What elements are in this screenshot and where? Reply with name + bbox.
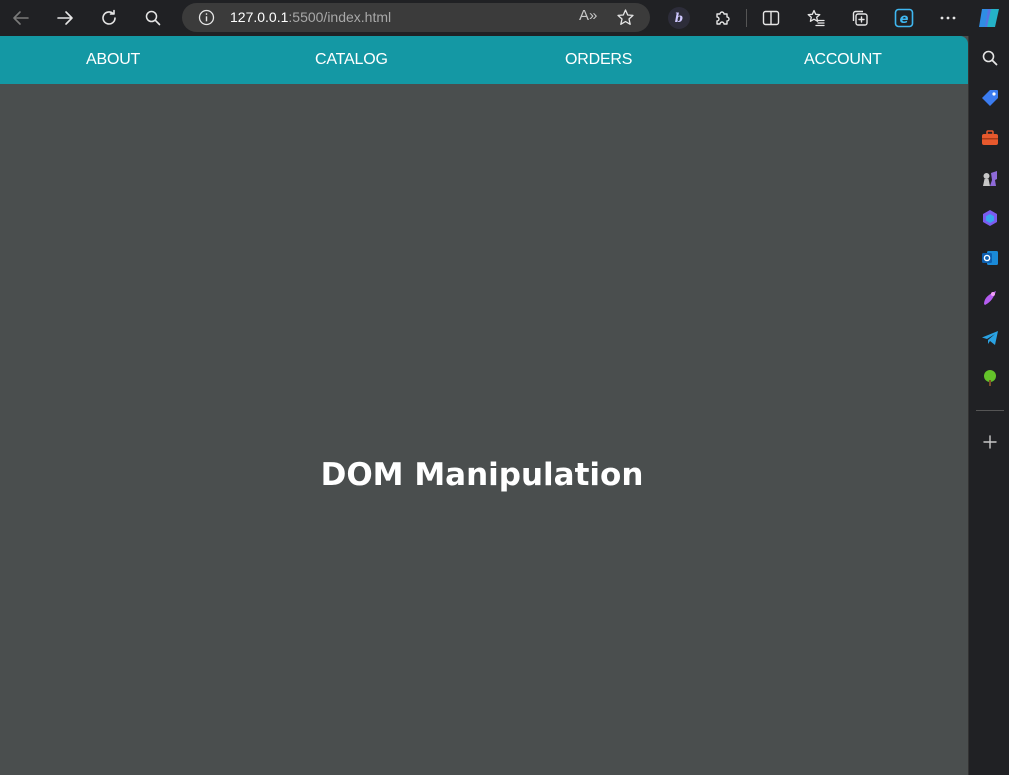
sidebar-games-button[interactable] xyxy=(978,166,1002,190)
nav-link-account[interactable]: ACCOUNT xyxy=(804,51,882,69)
shopping-tag-icon xyxy=(982,90,998,106)
url-text[interactable]: 127.0.0.1:5500/index.html xyxy=(230,9,391,25)
site-info-icon[interactable] xyxy=(198,9,215,30)
svg-text:b: b xyxy=(675,11,683,25)
forward-button[interactable] xyxy=(51,4,79,32)
address-bar[interactable]: 127.0.0.1:5500/index.html A» xyxy=(182,3,650,32)
extension-badge-icon: b xyxy=(668,7,690,29)
puzzle-icon xyxy=(716,11,730,25)
more-icon xyxy=(940,16,956,20)
page-viewport: ABOUT CATALOG ORDERS ACCOUNT DOM Manipul… xyxy=(0,36,968,775)
collections-button[interactable] xyxy=(846,4,874,32)
sidebar-divider xyxy=(976,410,1004,411)
copilot-button[interactable] xyxy=(975,4,1003,32)
search-icon xyxy=(145,10,161,26)
back-arrow-icon xyxy=(13,11,29,25)
sidebar-telegram-button[interactable] xyxy=(978,326,1002,350)
sidebar-search-button[interactable] xyxy=(978,46,1002,70)
refresh-icon xyxy=(102,9,116,25)
split-screen-button[interactable] xyxy=(757,4,785,32)
split-screen-icon xyxy=(762,10,780,26)
toolbox-icon xyxy=(982,130,998,145)
edge-e-icon: e xyxy=(894,8,914,28)
page-heading: DOM Manipulation xyxy=(320,457,644,493)
extension-button[interactable]: b xyxy=(665,4,693,32)
forward-arrow-icon xyxy=(57,11,73,25)
sidebar-outlook-button[interactable] xyxy=(978,246,1002,270)
edge-extension-button[interactable]: e xyxy=(890,4,918,32)
designer-icon xyxy=(984,291,996,305)
url-host: 127.0.0.1 xyxy=(230,9,289,25)
chess-icon xyxy=(983,171,997,186)
sidebar-copilot-button[interactable] xyxy=(978,206,1002,230)
back-button[interactable] xyxy=(7,4,35,32)
sidebar-tools-button[interactable] xyxy=(978,126,1002,150)
url-path: :5500/index.html xyxy=(288,9,392,25)
copilot-logo-icon xyxy=(979,9,999,27)
sidebar-add-button[interactable] xyxy=(978,430,1002,454)
nav-link-about[interactable]: ABOUT xyxy=(86,51,140,69)
favorite-star-icon[interactable] xyxy=(616,8,635,31)
read-aloud-icon[interactable]: A» xyxy=(579,7,597,24)
site-navbar: ABOUT CATALOG ORDERS ACCOUNT xyxy=(0,36,968,84)
more-options-button[interactable] xyxy=(934,4,962,32)
sidebar-shopping-button[interactable] xyxy=(978,86,1002,110)
tree-icon xyxy=(984,370,996,386)
nav-link-catalog[interactable]: CATALOG xyxy=(315,51,388,69)
copilot-icon xyxy=(983,210,997,226)
search-button[interactable] xyxy=(139,4,167,32)
sidebar-designer-button[interactable] xyxy=(978,286,1002,310)
favorites-button[interactable] xyxy=(802,4,830,32)
add-icon xyxy=(983,435,997,449)
collections-icon xyxy=(852,10,868,26)
extensions-button[interactable] xyxy=(709,4,737,32)
favorites-list-icon xyxy=(807,9,825,27)
search-icon xyxy=(982,50,998,66)
edge-sidebar xyxy=(968,36,1009,775)
nav-link-orders[interactable]: ORDERS xyxy=(565,51,632,69)
outlook-icon xyxy=(982,251,998,265)
svg-text:e: e xyxy=(900,12,909,27)
browser-toolbar: 127.0.0.1:5500/index.html A» b e xyxy=(0,0,1009,36)
toolbar-divider xyxy=(746,9,747,27)
refresh-button[interactable] xyxy=(95,4,123,32)
sidebar-tree-button[interactable] xyxy=(978,366,1002,390)
telegram-icon xyxy=(982,331,998,345)
